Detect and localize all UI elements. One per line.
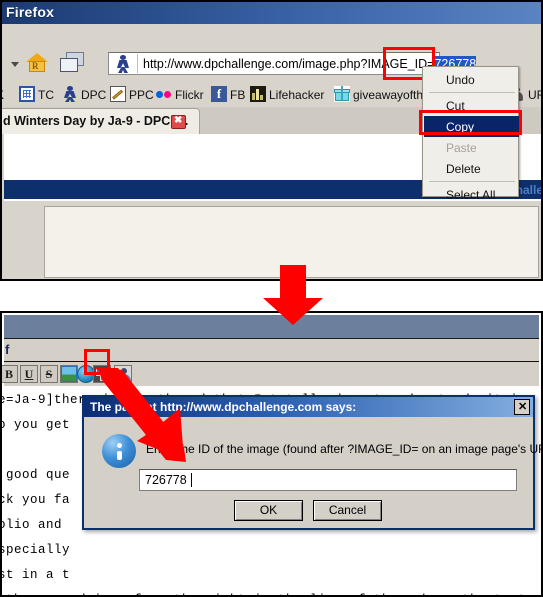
underline-icon[interactable]: U <box>20 365 38 383</box>
lifehacker-icon <box>250 86 266 102</box>
post-line: especially <box>2 543 71 557</box>
post-line: k the second icon from the right in the … <box>2 588 526 595</box>
bookmark-label: TC <box>38 88 54 102</box>
context-menu-item-paste: Paste <box>424 137 519 158</box>
flickr-dots-icon <box>156 86 172 102</box>
pencil-icon <box>110 86 126 102</box>
post-line: do you get <box>2 418 71 432</box>
bookmark-label: DPC <box>81 88 107 102</box>
post-line: folio and <box>2 518 63 532</box>
dpc-favicon <box>115 55 131 73</box>
close-icon[interactable] <box>514 399 530 415</box>
context-menu-label: Paste <box>446 141 477 155</box>
bookmark-label-partial: K <box>2 88 4 102</box>
home-letter: R <box>32 61 39 71</box>
window-title: Firefox <box>6 4 55 20</box>
browser-window-panel: Firefox R http://www.dpchallenge.com/ima… <box>0 0 543 281</box>
post-line: ost in a t <box>2 568 71 582</box>
context-menu-label: Select All <box>446 188 496 202</box>
bookmark-label: Flickr <box>175 88 204 102</box>
context-menu-item-undo[interactable]: Undo <box>424 69 519 90</box>
context-menu-item-select-all[interactable]: Select All <box>424 184 519 205</box>
context-menu-item-delete[interactable]: Delete <box>424 158 519 179</box>
tab-groups-icon[interactable] <box>60 52 86 74</box>
screenshot-stage: Firefox R http://www.dpchallenge.com/ima… <box>0 0 543 597</box>
post-line: a good que <box>2 468 71 482</box>
context-menu-separator <box>429 92 515 93</box>
menu-strip <box>4 24 541 45</box>
context-menu-label: Undo <box>446 73 475 87</box>
context-menu-separator <box>429 181 515 182</box>
ok-button[interactable]: OK <box>234 500 303 521</box>
diagonal-arrow-annotation <box>94 368 186 462</box>
editor-subject-text: f <box>5 342 10 357</box>
bookmark-label: FB <box>230 88 246 102</box>
highlight-box-copy <box>419 110 522 135</box>
browser-tab[interactable]: d Winters Day by Ja-9 - DPCh... <box>2 108 200 134</box>
bookmark-label: Lifehacker <box>269 88 325 102</box>
down-arrow-annotation <box>263 265 323 325</box>
browser-tab-title: d Winters Day by Ja-9 - DPCh... <box>3 114 189 128</box>
tab-group-front <box>60 58 78 72</box>
context-menu-label: Delete <box>446 162 481 176</box>
gift-icon <box>334 86 350 102</box>
bookmark-label: UF <box>528 88 543 102</box>
chevron-down-icon[interactable] <box>11 62 19 67</box>
window-title-bar: Firefox <box>2 2 541 24</box>
bold-icon[interactable]: B <box>2 365 18 383</box>
strikethrough-icon[interactable]: S <box>40 365 58 383</box>
facebook-icon: f <box>211 86 227 102</box>
bookmark-label: PPC <box>129 88 154 102</box>
address-bar-divider <box>137 54 138 73</box>
dpc-icon <box>62 86 78 102</box>
insert-image-icon[interactable] <box>60 365 78 383</box>
cancel-button[interactable]: Cancel <box>313 500 382 521</box>
post-line: ick you fa <box>2 493 71 507</box>
home-icon[interactable]: R <box>26 53 48 73</box>
grid-icon <box>19 86 35 102</box>
close-icon[interactable] <box>171 115 186 129</box>
